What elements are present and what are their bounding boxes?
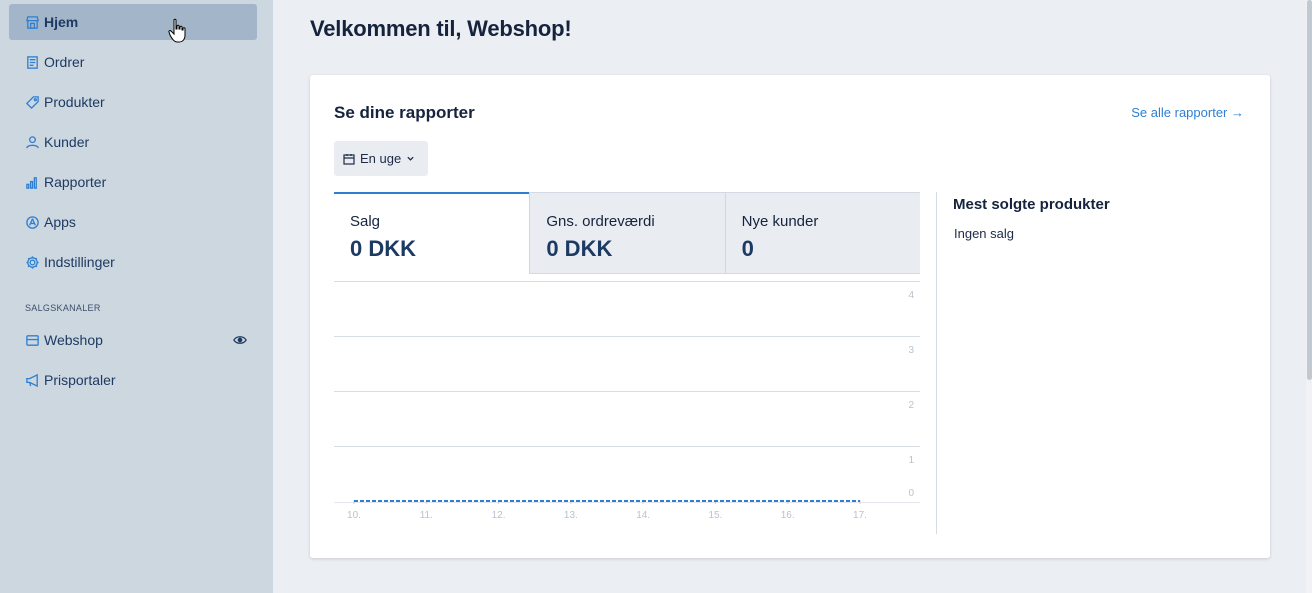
y-tick-label: 4 [908, 290, 914, 301]
tab-label: Nye kunder [741, 213, 819, 230]
x-tick-label: 15. [708, 510, 722, 520]
sidebar-item-label: Prisportaler [44, 372, 116, 388]
sidebar-item-label: Kunder [44, 134, 90, 150]
apps-icon [25, 215, 40, 230]
x-tick-label: 13. [564, 510, 578, 520]
reports-title: Se dine rapporter [334, 103, 475, 122]
sidebar-item-webshop[interactable]: Webshop [9, 322, 257, 358]
y-tick-label: 0 [908, 488, 914, 499]
sales-chart: 4 3 2 1 0 10. 11. 12. 13. 14. 15. 16. 17. [334, 281, 920, 520]
reports-card: Se dine rapporter Se alle rapporter → En… [310, 75, 1270, 558]
tab-gns-ordrevaerdi[interactable]: Gns. ordreværdi 0 DKK [529, 192, 725, 274]
receipt-icon [25, 55, 40, 70]
store-icon [25, 15, 40, 30]
storefront-icon [25, 333, 40, 348]
sidebar-item-ordrer[interactable]: Ordrer [9, 44, 257, 80]
sidebar-item-kunder[interactable]: Kunder [9, 124, 257, 160]
sidebar: Hjem Ordrer Produkter Kunder Rapporter A… [0, 0, 273, 593]
x-tick-label: 12. [492, 510, 506, 520]
sidebar-item-label: Indstillinger [44, 254, 115, 270]
y-tick-label: 2 [908, 400, 914, 411]
gear-icon [25, 255, 40, 270]
sidebar-item-indstillinger[interactable]: Indstillinger [9, 244, 257, 280]
sidebar-item-label: Webshop [44, 332, 103, 348]
tab-label: Salg [350, 213, 381, 230]
period-label: En uge [360, 151, 402, 166]
tab-value: 0 [741, 236, 754, 261]
sidebar-item-hjem[interactable]: Hjem [9, 4, 257, 40]
chevron-down-icon [407, 156, 414, 161]
sidebar-item-label: Apps [44, 214, 76, 230]
scrollbar-thumb[interactable] [1307, 0, 1312, 380]
see-all-reports-link[interactable]: Se alle rapporter → [1131, 105, 1244, 120]
x-tick-label: 16. [781, 510, 795, 520]
tab-nye-kunder[interactable]: Nye kunder 0 [724, 192, 920, 274]
bar-chart-icon [25, 175, 40, 190]
sidebar-item-label: Rapporter [44, 174, 107, 190]
section-label-salgskanaler: SALGSKANALER [25, 303, 101, 313]
x-tick-label: 11. [420, 510, 433, 520]
x-tick-label: 14. [636, 510, 650, 520]
best-sellers-empty: Ingen salg [954, 226, 1014, 241]
tab-label: Gns. ordreværdi [546, 213, 655, 230]
page-title: Velkommen til, Webshop! [310, 16, 572, 41]
tab-value: 0 DKK [546, 236, 613, 261]
sidebar-item-label: Ordrer [44, 54, 85, 70]
tag-icon [25, 95, 40, 110]
x-tick-label: 10. [347, 510, 361, 520]
y-tick-label: 3 [908, 345, 914, 356]
metric-tabs: Salg 0 DKK Gns. ordreværdi 0 DKK Nye kun… [334, 192, 920, 274]
tab-salg[interactable]: Salg 0 DKK [334, 192, 530, 274]
sidebar-item-apps[interactable]: Apps [9, 204, 257, 240]
tab-value: 0 DKK [350, 236, 417, 261]
sidebar-item-produkter[interactable]: Produkter [9, 84, 257, 120]
sidebar-item-rapporter[interactable]: Rapporter [9, 164, 257, 200]
eye-icon[interactable] [233, 333, 247, 347]
megaphone-icon [25, 373, 40, 388]
y-tick-label: 1 [908, 455, 914, 466]
calendar-icon [343, 153, 355, 165]
vertical-divider [936, 192, 937, 534]
sidebar-item-label: Produkter [44, 94, 105, 110]
user-icon [25, 135, 40, 150]
x-tick-label: 17. [853, 510, 867, 520]
hand-cursor-icon [168, 18, 186, 43]
best-sellers-title: Mest solgte produkter [953, 196, 1110, 213]
scrollbar[interactable] [1306, 0, 1312, 593]
sidebar-item-label: Hjem [44, 14, 79, 30]
sidebar-item-prisportaler[interactable]: Prisportaler [9, 362, 257, 398]
period-dropdown[interactable]: En uge [334, 141, 428, 176]
